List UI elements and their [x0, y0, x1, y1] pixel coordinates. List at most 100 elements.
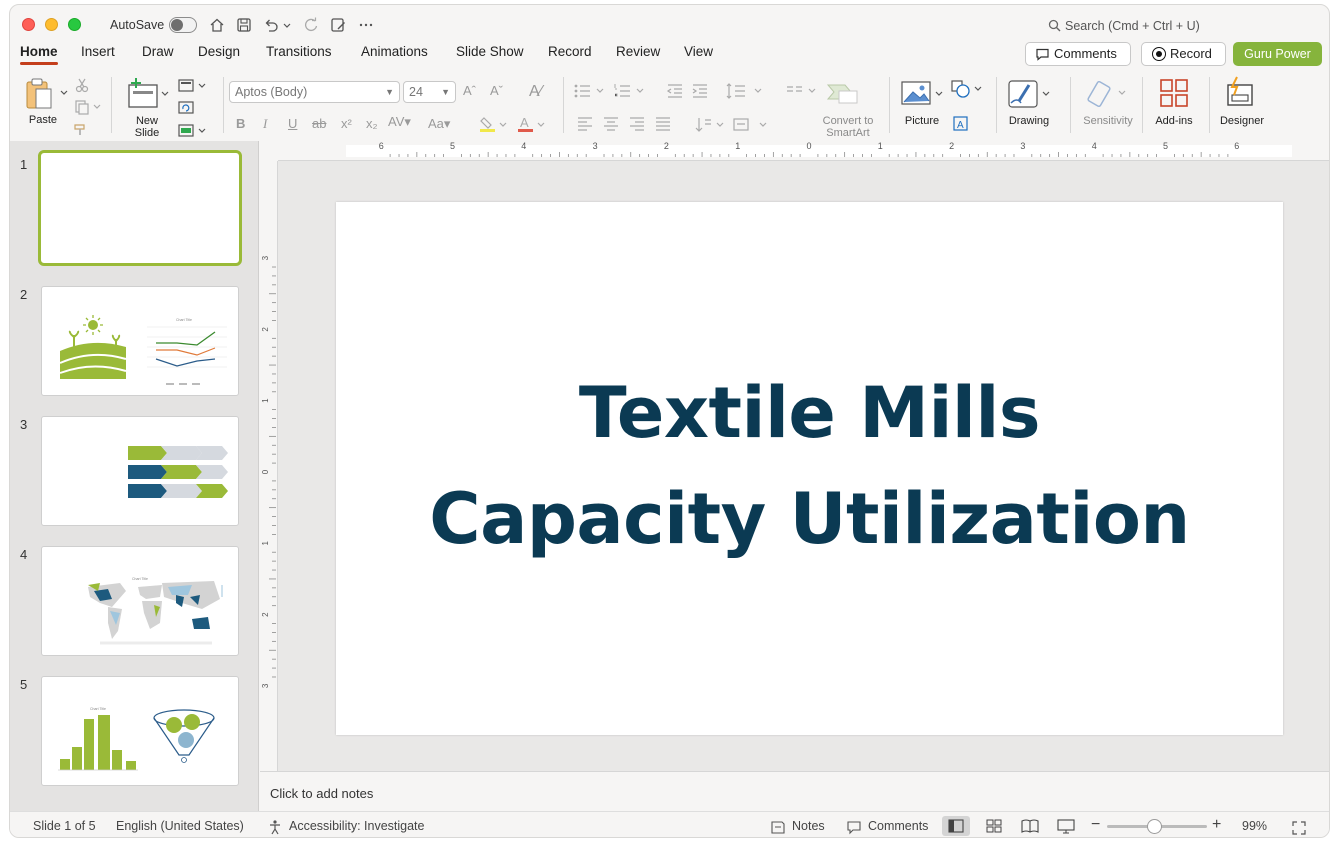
convert-to-smartart-icon[interactable]: [825, 79, 861, 107]
increase-indent-icon[interactable]: [691, 83, 709, 99]
align-center-icon[interactable]: [602, 116, 620, 132]
tab-view[interactable]: View: [684, 44, 713, 59]
tab-draw[interactable]: Draw: [142, 44, 174, 59]
redo-icon[interactable]: [302, 16, 320, 34]
new-slide-icon[interactable]: [126, 77, 172, 111]
designer-icon[interactable]: [1223, 75, 1257, 109]
strikethrough-icon[interactable]: ab: [312, 116, 326, 131]
section-icon[interactable]: [177, 123, 207, 139]
minimize-window-button[interactable]: [45, 18, 58, 31]
zoom-in-button[interactable]: +: [1212, 816, 1221, 834]
tab-review[interactable]: Review: [616, 44, 660, 59]
clear-formatting-icon[interactable]: A∕: [529, 83, 542, 101]
columns-icon[interactable]: [785, 83, 819, 99]
accessibility-icon[interactable]: [267, 819, 283, 835]
shapes-icon[interactable]: [950, 79, 984, 99]
picture-icon[interactable]: [900, 79, 946, 107]
slide-thumbnail-3[interactable]: [41, 416, 239, 526]
underline-icon[interactable]: U: [288, 116, 297, 131]
slide-title[interactable]: Textile Mills Capacity Utilization: [336, 360, 1283, 572]
slide-thumbnail-5[interactable]: Chart Title: [41, 676, 239, 786]
decrease-indent-icon[interactable]: [666, 83, 684, 99]
tab-animations[interactable]: Animations: [361, 44, 428, 59]
more-options-icon[interactable]: [357, 16, 375, 34]
normal-view-button[interactable]: [942, 816, 970, 836]
character-spacing-icon[interactable]: AV▾: [388, 114, 411, 130]
chevron-down-icon: ▼: [385, 87, 394, 97]
paste-label: Paste: [28, 114, 58, 126]
accessibility-status[interactable]: Accessibility: Investigate: [289, 819, 424, 833]
zoom-slider-handle[interactable]: [1147, 819, 1162, 834]
italic-icon[interactable]: I: [263, 116, 267, 132]
decrease-font-size-icon[interactable]: Aˇ: [490, 83, 503, 98]
subscript-icon[interactable]: x₂: [366, 116, 378, 131]
zoom-window-button[interactable]: [68, 18, 81, 31]
increase-font-size-icon[interactable]: Aˆ: [463, 83, 476, 98]
convert-smartart-label-line2: SmartArt: [826, 127, 870, 139]
bullets-icon[interactable]: [573, 83, 607, 99]
drawing-icon[interactable]: [1007, 79, 1053, 109]
paste-icon[interactable]: [24, 77, 68, 111]
reading-view-button[interactable]: [1016, 816, 1044, 836]
zoom-level[interactable]: 99%: [1242, 819, 1267, 833]
layout-icon[interactable]: [177, 78, 207, 94]
tab-insert[interactable]: Insert: [81, 44, 115, 59]
ruler-label: 6: [1234, 141, 1239, 151]
ruler-label: 4: [1092, 141, 1097, 151]
slide-thumbnails-pane[interactable]: 1 2 Chart Title 3 4 Chart Title 5 Chart …: [10, 141, 259, 811]
slide-sorter-button[interactable]: [980, 816, 1008, 836]
align-right-icon[interactable]: [628, 116, 646, 132]
comments-button[interactable]: Comments: [1025, 42, 1131, 66]
bold-icon[interactable]: B: [236, 116, 245, 131]
undo-icon[interactable]: [262, 16, 280, 34]
cut-icon[interactable]: [74, 77, 90, 93]
addins-icon[interactable]: [1158, 77, 1190, 109]
tab-record[interactable]: Record: [548, 44, 592, 59]
slide-thumbnail-4[interactable]: Chart Title: [41, 546, 239, 656]
slideshow-view-button[interactable]: [1052, 816, 1080, 836]
slide-thumbnail-2[interactable]: Chart Title: [41, 286, 239, 396]
font-size-select[interactable]: 24 ▼: [403, 81, 456, 103]
tab-design[interactable]: Design: [198, 44, 240, 59]
language-indicator[interactable]: English (United States): [116, 819, 244, 833]
font-color-icon[interactable]: A: [517, 115, 549, 133]
home-icon[interactable]: [208, 16, 226, 34]
text-box-icon[interactable]: A: [952, 115, 970, 133]
justify-icon[interactable]: [654, 116, 672, 132]
tab-slide-show[interactable]: Slide Show: [456, 44, 524, 59]
zoom-out-button[interactable]: −: [1091, 816, 1100, 834]
record-button[interactable]: Record: [1141, 42, 1226, 66]
font-name-select[interactable]: Aptos (Body) ▼: [229, 81, 400, 103]
tab-home[interactable]: Home: [20, 44, 58, 65]
comments-toggle[interactable]: Comments: [868, 819, 928, 833]
format-painter-icon[interactable]: [72, 121, 90, 137]
align-text-icon[interactable]: [731, 116, 771, 134]
current-slide[interactable]: Textile Mills Capacity Utilization: [336, 202, 1283, 735]
line-spacing-icon[interactable]: [726, 83, 766, 99]
notes-icon[interactable]: [770, 820, 786, 835]
close-window-button[interactable]: [22, 18, 35, 31]
fit-to-window-icon[interactable]: [1291, 820, 1307, 836]
notes-pane[interactable]: Click to add notes: [260, 771, 1329, 811]
undo-dropdown-icon[interactable]: [282, 16, 292, 34]
highlight-color-icon[interactable]: [479, 115, 511, 133]
text-direction-icon[interactable]: [694, 116, 728, 134]
slide-thumbnail-1[interactable]: [38, 150, 242, 266]
save-icon[interactable]: [235, 16, 253, 34]
guru-power-button[interactable]: Guru Power: [1233, 42, 1322, 66]
search-box[interactable]: Search (Cmd + Ctrl + U): [1048, 19, 1200, 33]
notes-toggle[interactable]: Notes: [792, 819, 825, 833]
save-as-icon[interactable]: [329, 16, 347, 34]
autosave-toggle[interactable]: [169, 17, 197, 33]
reset-slide-icon[interactable]: [177, 100, 195, 116]
tab-transitions[interactable]: Transitions: [266, 44, 332, 59]
vertical-ruler[interactable]: 3 2 1 0 1 2 3: [260, 161, 278, 771]
superscript-icon[interactable]: x²: [341, 116, 352, 131]
copy-icon[interactable]: [72, 99, 102, 115]
horizontal-ruler[interactable]: 6 5 4 3 2 1 0 1 2 3 4 5 6: [278, 141, 1329, 161]
sensitivity-icon[interactable]: [1084, 77, 1128, 109]
align-left-icon[interactable]: [576, 116, 594, 132]
change-case-icon[interactable]: Aa▾: [428, 116, 450, 132]
comment-icon[interactable]: [846, 820, 862, 835]
numbering-icon[interactable]: [613, 83, 647, 99]
